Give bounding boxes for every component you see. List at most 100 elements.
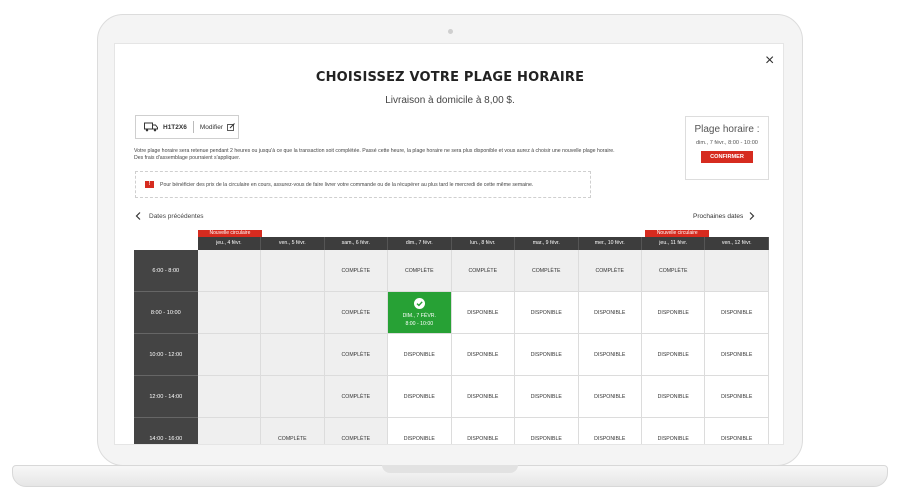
selection-title: Plage horaire : [694, 124, 760, 135]
full-timeslot-cell: COMPLÈTE [388, 250, 452, 292]
previous-dates-button[interactable]: Dates précédentes [135, 212, 204, 220]
unavailable-timeslot-cell [261, 376, 325, 418]
divider [192, 121, 194, 133]
available-timeslot-cell[interactable]: DISPONIBLE [515, 292, 579, 334]
available-timeslot-cell[interactable]: DISPONIBLE [451, 292, 516, 334]
truck-icon [144, 122, 158, 132]
available-timeslot-cell[interactable]: DISPONIBLE [641, 376, 706, 418]
available-timeslot-cell[interactable]: DISPONIBLE [578, 292, 642, 334]
circular-warning: ! Pour bénéficier des prix de la circula… [135, 171, 591, 198]
selected-timeslot-cell[interactable]: DIM., 7 FÉVR. 8:00 - 10:00 [388, 292, 452, 334]
available-timeslot-cell[interactable]: DISPONIBLE [641, 418, 706, 444]
timeslot-row: 14:00 - 16:00 COMPLÈTE COMPLÈTE DISPONIBLE D… [134, 418, 769, 444]
available-timeslot-cell[interactable]: DISPONIBLE [515, 334, 579, 376]
warning-text: Pour bénéficier des prix de la circulair… [160, 181, 534, 188]
delivery-postal-box: H1T2X6 Modifier [135, 115, 239, 139]
full-timeslot-cell: COMPLÈTE [324, 292, 389, 334]
full-timeslot-cell: COMPLÈTE [641, 250, 706, 292]
selection-panel: Plage horaire : dim., 7 févr., 8:00 - 10… [685, 116, 769, 180]
unavailable-timeslot-cell [197, 418, 262, 444]
full-timeslot-cell: COMPLÈTE [578, 250, 642, 292]
timeslot-grid: jeu., 4 févr. ven., 5 févr. sam., 6 févr. d… [134, 237, 769, 444]
full-timeslot-cell: COMPLÈTE [324, 334, 389, 376]
timeslot-label: 14:00 - 16:00 [134, 418, 198, 444]
full-timeslot-cell: COMPLÈTE [261, 418, 325, 444]
chevron-left-icon [135, 212, 141, 220]
modal: × CHOISISSEZ VOTRE PLAGE HORAIRE Livrais… [114, 43, 784, 445]
available-timeslot-cell[interactable]: DISPONIBLE [705, 418, 769, 444]
day-header: jeu., 4 févr. [197, 237, 262, 250]
available-timeslot-cell[interactable]: DISPONIBLE [388, 334, 452, 376]
day-header: sam., 6 févr. [324, 237, 389, 250]
new-circular-badge: Nouvelle circulaire [645, 230, 710, 237]
camera-dot [448, 29, 453, 34]
available-timeslot-cell[interactable]: DISPONIBLE [451, 376, 516, 418]
available-timeslot-cell[interactable]: DISPONIBLE [705, 334, 769, 376]
available-timeslot-cell[interactable]: DISPONIBLE [578, 418, 642, 444]
next-dates-button[interactable]: Prochaines dates [693, 212, 755, 220]
alert-icon: ! [145, 181, 154, 188]
timeslot-label: 12:00 - 14:00 [134, 376, 198, 418]
selected-date: DIM., 7 FÉVR. [402, 312, 436, 319]
hold-info-line2: Des frais d'assemblage pourraient s'appl… [134, 155, 241, 161]
hold-info-line1: Votre plage horaire sera retenue pendant… [134, 148, 615, 154]
timeslot-label: 8:00 - 10:00 [134, 292, 198, 334]
modal-title: CHOISISSEZ VOTRE PLAGE HORAIRE [315, 70, 585, 85]
unavailable-timeslot-cell [261, 334, 325, 376]
available-timeslot-cell[interactable]: DISPONIBLE [515, 418, 579, 444]
modify-label: Modifier [199, 123, 223, 131]
modal-subtitle: Livraison à domicile à 8,00 $. [385, 95, 515, 106]
laptop-notch [382, 465, 518, 473]
day-header: ven., 12 févr. [705, 237, 769, 250]
available-timeslot-cell[interactable]: DISPONIBLE [451, 418, 516, 444]
available-timeslot-cell[interactable]: DISPONIBLE [578, 376, 642, 418]
full-timeslot-cell: COMPLÈTE [451, 250, 516, 292]
available-timeslot-cell[interactable]: DISPONIBLE [388, 376, 452, 418]
timeslot-row: 6:00 - 8:00 COMPLÈTE COMPLÈTE COMPLÈTE COMPL… [134, 250, 769, 292]
unavailable-timeslot-cell [197, 334, 262, 376]
timeslot-label: 10:00 - 12:00 [134, 334, 198, 376]
available-timeslot-cell[interactable]: DISPONIBLE [451, 334, 516, 376]
grid-corner [134, 237, 198, 250]
selected-slot: dim., 7 févr., 8:00 - 10:00 [696, 140, 758, 146]
grid-header-row: jeu., 4 févr. ven., 5 févr. sam., 6 févr. d… [134, 237, 769, 250]
new-circular-badge: Nouvelle circulaire [198, 230, 262, 237]
unavailable-timeslot-cell [261, 250, 325, 292]
day-header: ven., 5 févr. [261, 237, 325, 250]
postal-code: H1T2X6 [163, 123, 187, 131]
available-timeslot-cell[interactable]: DISPONIBLE [388, 418, 452, 444]
confirm-button[interactable]: CONFIRMER [701, 151, 753, 163]
day-header: mer., 10 févr. [578, 237, 642, 250]
unavailable-timeslot-cell [197, 292, 262, 334]
available-timeslot-cell[interactable]: DISPONIBLE [641, 334, 706, 376]
available-timeslot-cell[interactable]: DISPONIBLE [578, 334, 642, 376]
day-header: jeu., 11 févr. [641, 237, 706, 250]
full-timeslot-cell: COMPLÈTE [324, 418, 389, 444]
unavailable-timeslot-cell [705, 250, 769, 292]
chevron-right-icon [749, 212, 755, 220]
timeslot-label: 6:00 - 8:00 [134, 250, 198, 292]
checkmark-icon [413, 297, 425, 309]
timeslot-row: 8:00 - 10:00 COMPLÈTE DIM., 7 FÉVR. 8:00 - … [134, 292, 769, 334]
modify-button[interactable]: Modifier [200, 123, 235, 131]
available-timeslot-cell[interactable]: DISPONIBLE [705, 292, 769, 334]
day-header: lun., 8 févr. [451, 237, 516, 250]
unavailable-timeslot-cell [261, 292, 325, 334]
next-dates-label: Prochaines dates [693, 212, 744, 220]
timeslot-row: 10:00 - 12:00 COMPLÈTE DISPONIBLE DISPONIBL… [134, 334, 769, 376]
unavailable-timeslot-cell [197, 250, 262, 292]
day-header: mar., 9 févr. [515, 237, 579, 250]
available-timeslot-cell[interactable]: DISPONIBLE [705, 376, 769, 418]
timeslot-row: 12:00 - 14:00 COMPLÈTE DISPONIBLE DISPONIBL… [134, 376, 769, 418]
full-timeslot-cell: COMPLÈTE [324, 250, 389, 292]
available-timeslot-cell[interactable]: DISPONIBLE [515, 376, 579, 418]
full-timeslot-cell: COMPLÈTE [515, 250, 579, 292]
close-button[interactable]: × [765, 53, 774, 69]
day-header: dim., 7 févr. [388, 237, 452, 250]
selected-time: 8:00 - 10:00 [405, 320, 434, 327]
previous-dates-label: Dates précédentes [149, 212, 204, 220]
edit-icon [227, 123, 235, 131]
available-timeslot-cell[interactable]: DISPONIBLE [641, 292, 706, 334]
unavailable-timeslot-cell [197, 376, 262, 418]
full-timeslot-cell: COMPLÈTE [324, 376, 389, 418]
